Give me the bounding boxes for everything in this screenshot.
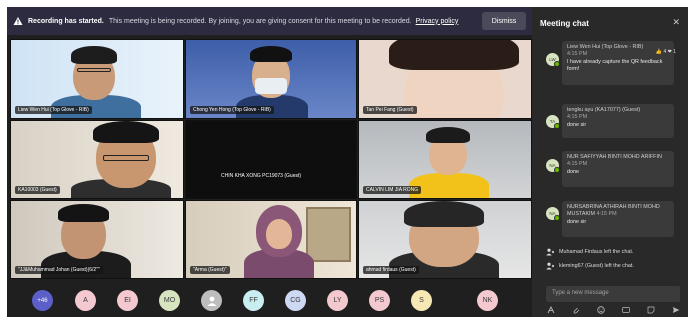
chat-text: done sir [567, 121, 587, 128]
video-grid: Liew Wen Hui (Top Glove - RIB) Chong Yen… [7, 39, 532, 279]
tile-label: CALVIN LIM JIA RONG [363, 186, 422, 194]
chat-message: Liew Wen Hui (Top Glove - RIB) 4:15 PM I… [562, 41, 674, 85]
chat-text: done sir [567, 218, 587, 225]
participant-hair [250, 46, 292, 62]
video-tile[interactable]: "JJ&Muhammad Johan (Guest)(6/2"" [10, 200, 184, 279]
video-tile[interactable]: "Arma (Guest)" [185, 200, 357, 279]
meeting-chat-panel: Meeting chat ✕ LW Liew Wen Hui (Top Glov… [532, 7, 688, 317]
video-tile[interactable]: Tan Pei Fang (Guest) [358, 39, 532, 119]
face-mask [255, 78, 287, 94]
tile-label: "JJ&Muhammad Johan (Guest)(6/2"" [15, 266, 103, 274]
participant-hair [426, 127, 470, 143]
chat-reactions[interactable]: 👍 4 ❤ 1 [656, 49, 676, 55]
chat-avatar: TA [546, 115, 560, 129]
chat-message: NUR SAFIYYAH BINTI MOHD ARIFFIN 4:15 PM … [562, 151, 674, 187]
privacy-policy-link[interactable]: Privacy policy [416, 18, 459, 25]
tile-label: Liew Wen Hui (Top Glove - RIB) [15, 106, 92, 114]
chat-system-message: kleming67 (Guest) left the chat. [546, 262, 634, 270]
participant-avatar-strip: +46 A EI MO FF CG LY PS S NK [7, 282, 532, 317]
more-participants-button[interactable]: +46 [32, 290, 53, 311]
participant-avatar[interactable]: A [75, 290, 96, 311]
close-icon[interactable]: ✕ [672, 17, 680, 28]
video-tile[interactable]: Chong Yen Hong (Top Glove - RIB) [185, 39, 357, 119]
chat-system-text: kleming67 (Guest) left the chat. [559, 263, 634, 269]
tile-label: "Arma (Guest)" [190, 266, 230, 274]
chat-time: 4:15 PM [567, 161, 588, 168]
tile-label: Chong Yen Hong (Top Glove - RIB) [190, 106, 274, 114]
chat-avatar: LW [546, 53, 560, 67]
participant-avatar[interactable] [201, 290, 222, 311]
participant-hair [58, 204, 109, 222]
participant-avatar[interactable]: S [411, 290, 432, 311]
participant-avatar[interactable]: FF [243, 290, 264, 311]
recording-banner: Recording has started. This meeting is b… [7, 7, 532, 35]
attach-icon[interactable] [571, 306, 580, 314]
send-icon[interactable] [671, 306, 680, 314]
chat-message-input[interactable]: Type a new message [546, 286, 680, 302]
recording-banner-title: Recording has started. [28, 17, 104, 25]
gif-icon[interactable] [621, 306, 630, 314]
chat-system-message: Muhamad Firdaus left the chat. [546, 248, 633, 256]
chat-avatar: NA [546, 159, 560, 173]
format-icon[interactable] [546, 306, 555, 314]
person-leave-icon [546, 262, 554, 270]
person-icon [207, 296, 216, 306]
chat-sender: Liew Wen Hui (Top Glove - RIB) [567, 44, 644, 50]
warning-icon [13, 16, 23, 26]
participant-head [266, 219, 292, 249]
recording-banner-message: This meeting is being recorded. By joini… [108, 17, 412, 25]
video-tile[interactable]: CALVIN LIM JIA RONG [358, 120, 532, 199]
chat-sender: tengku ayu (KA17077) (Guest) [567, 107, 641, 113]
chat-text: I have already capture the QR feedback f… [567, 58, 663, 72]
tile-label: KA10003 (Guest) [15, 186, 60, 194]
video-tile[interactable]: ahmad firdaus (Guest) [358, 200, 532, 279]
chat-system-text: Muhamad Firdaus left the chat. [559, 249, 634, 255]
bookshelf [306, 207, 351, 262]
participant-avatar[interactable]: MO [159, 290, 180, 311]
chat-text: done [567, 168, 579, 175]
participant-avatar[interactable]: NK [477, 290, 498, 311]
sticker-icon[interactable] [646, 306, 655, 314]
chat-sender: NUR SAFIYYAH BINTI MOHD ARIFFIN [567, 154, 662, 160]
participant-hair [389, 40, 519, 70]
dismiss-button[interactable]: Dismiss [482, 12, 526, 30]
participant-avatar[interactable]: PS [369, 290, 390, 311]
compose-toolbar [546, 305, 680, 315]
chat-avatar: NA [546, 207, 560, 221]
chat-message: tengku ayu (KA17077) (Guest) 4:15 PM don… [562, 104, 674, 138]
chat-time: 4:15 PM [596, 211, 617, 218]
person-leave-icon [546, 248, 554, 256]
chat-message: NURSABRINA ATHIRAH BINTI MOHD MUSTAKIM 4… [562, 201, 674, 237]
video-tile[interactable]: Liew Wen Hui (Top Glove - RIB) [10, 39, 184, 119]
chat-time: 4:15 PM [567, 114, 588, 121]
glasses [103, 155, 149, 161]
participant-avatar[interactable]: LY [327, 290, 348, 311]
participant-hair [71, 46, 117, 64]
emoji-icon[interactable] [596, 306, 605, 314]
video-tile[interactable]: CHIN KHA XONG PC19073 (Guest) [185, 120, 357, 199]
participant-avatar[interactable]: EI [117, 290, 138, 311]
participant-cap [404, 201, 484, 227]
chat-title: Meeting chat [540, 19, 589, 28]
participant-body [409, 173, 489, 198]
participant-hair [93, 121, 159, 143]
tile-label: CHIN KHA XONG PC19073 (Guest) [221, 173, 302, 179]
video-tile[interactable]: KA10003 (Guest) [10, 120, 184, 199]
teams-meeting-window: Recording has started. This meeting is b… [7, 7, 688, 317]
participant-avatar[interactable]: CG [285, 290, 306, 311]
chat-time: 4:15 PM [567, 51, 588, 58]
glasses [77, 68, 111, 72]
tile-label: ahmad firdaus (Guest) [363, 266, 419, 274]
tile-label: Tan Pei Fang (Guest) [363, 106, 417, 114]
